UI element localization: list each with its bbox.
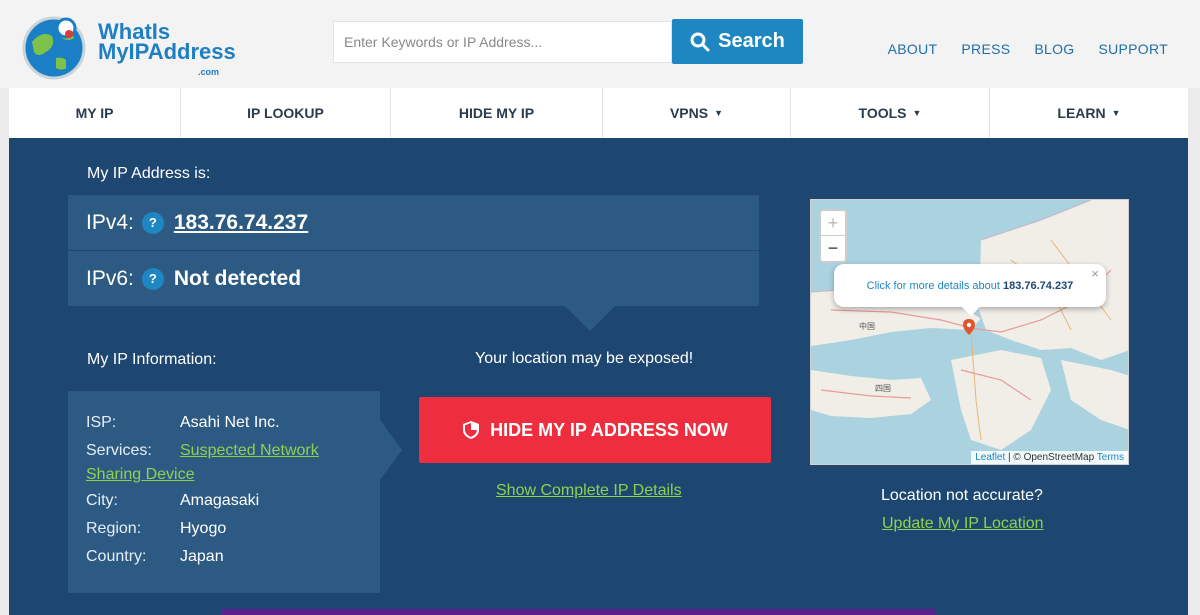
map-popup[interactable]: Click for more details about 183.76.74.2… (834, 264, 1106, 307)
update-location-link[interactable]: Update My IP Location (882, 515, 1044, 533)
top-links: ABOUT PRESS BLOG SUPPORT (888, 41, 1168, 57)
region-value: Hyogo (180, 520, 227, 537)
country-row: Country: Japan (86, 543, 362, 571)
nav-label: IP LOOKUP (247, 105, 324, 121)
show-details-link[interactable]: Show Complete IP Details (496, 482, 682, 500)
ipv6-row: IPv6: ? Not detected (68, 251, 759, 306)
chevron-down-icon: ▼ (912, 108, 922, 118)
help-icon[interactable]: ? (141, 267, 164, 290)
ipv6-value: Not detected (173, 266, 302, 290)
search-button[interactable]: Search (672, 19, 803, 64)
main-nav: MY IP IP LOOKUP HIDE MY IP VPNS ▼ TOOLS … (9, 88, 1188, 138)
map-attribution: Leaflet | © OpenStreetMap Terms (971, 451, 1128, 464)
isp-label: ISP: (86, 414, 117, 431)
city-row: City: Amagasaki (86, 487, 362, 515)
search-icon (690, 32, 710, 51)
help-icon[interactable]: ? (141, 211, 164, 234)
popup-tip (961, 306, 981, 316)
site-header: WhatIs MyIPAddress .com Enter Keywords o… (0, 0, 1200, 88)
ipv6-label: IPv6: (86, 266, 134, 290)
shield-icon (463, 421, 480, 439)
nav-vpns[interactable]: VPNS ▼ (603, 88, 791, 138)
city-value: Amagasaki (180, 492, 260, 509)
services-label: Services: (86, 442, 152, 459)
logo-suffix: .com (198, 67, 220, 77)
ipv4-label: IPv4: (86, 210, 134, 234)
isp-value: Asahi Net Inc. (180, 414, 280, 431)
chevron-down-icon: ▼ (714, 108, 724, 118)
country-label: Country: (86, 548, 147, 565)
nav-label: TOOLS (858, 105, 907, 121)
attribution-text: | © OpenStreetMap (1005, 452, 1097, 463)
location-map[interactable]: 中国 四国 + − Click for more details about 1… (810, 199, 1129, 465)
popup-ip: 183.76.74.237 (1002, 279, 1074, 292)
close-icon[interactable]: × (1091, 266, 1099, 281)
nav-ip-lookup[interactable]: IP LOOKUP (181, 88, 391, 138)
nav-my-ip[interactable]: MY IP (9, 88, 181, 138)
nav-label: MY IP (75, 105, 114, 121)
nav-hide-my-ip[interactable]: HIDE MY IP (391, 88, 603, 138)
nav-label: HIDE MY IP (458, 105, 535, 121)
nav-learn[interactable]: LEARN ▼ (990, 88, 1188, 138)
ip-info-box: ISP: Asahi Net Inc. Services: Suspected … (68, 391, 380, 593)
hide-ip-button[interactable]: HIDE MY IP ADDRESS NOW (419, 397, 771, 463)
logo-wordmark: WhatIs MyIPAddress .com (98, 21, 236, 78)
services-link-cont[interactable]: Sharing Device (86, 463, 195, 487)
link-support[interactable]: SUPPORT (1098, 41, 1168, 57)
region-label: Region: (86, 520, 142, 537)
ip-panel: My IP Address is: IPv4: ? 183.76.74.237 … (9, 138, 1188, 615)
location-question: Location not accurate? (881, 487, 1043, 504)
chevron-down-icon: ▼ (1111, 108, 1121, 118)
nav-tools[interactable]: TOOLS ▼ (791, 88, 990, 138)
map-label-chugoku: 中国 (859, 322, 875, 331)
exposed-warning: Your location may be exposed! (475, 350, 694, 367)
site-logo[interactable]: WhatIs MyIPAddress .com (22, 12, 236, 82)
popup-text: Click for more details about (866, 279, 1000, 292)
link-blog[interactable]: BLOG (1034, 41, 1074, 57)
info-heading: My IP Information: (87, 351, 217, 368)
zoom-in-button[interactable]: + (821, 211, 845, 236)
globe-icon (22, 16, 86, 80)
ad-banner-edge (222, 609, 936, 615)
link-about[interactable]: ABOUT (888, 41, 938, 57)
services-row-cont: Sharing Device (86, 463, 362, 487)
map-label-shikoku: 四国 (875, 384, 891, 393)
ipv4-value[interactable]: 183.76.74.237 (174, 211, 308, 235)
map-marker-icon[interactable] (963, 319, 975, 335)
region-row: Region: Hyogo (86, 515, 362, 543)
search-input[interactable]: Enter Keywords or IP Address... (333, 21, 672, 63)
leaflet-link[interactable]: Leaflet (975, 452, 1005, 463)
info-box-pointer (380, 420, 402, 480)
zoom-out-button[interactable]: − (821, 236, 845, 261)
services-link[interactable]: Suspected Network (180, 439, 319, 463)
nav-label: LEARN (1057, 105, 1106, 121)
zoom-control: + − (819, 209, 847, 263)
hide-ip-button-label: HIDE MY IP ADDRESS NOW (490, 419, 728, 440)
nav-label: VPNS (669, 105, 709, 121)
terms-link[interactable]: Terms (1097, 452, 1124, 463)
ip-box-pointer (564, 305, 616, 331)
services-row: Services: Suspected Network (86, 439, 362, 463)
logo-line-2: MyIPAddress (98, 39, 236, 64)
link-press[interactable]: PRESS (961, 41, 1010, 57)
search-button-label: Search (718, 30, 785, 52)
city-label: City: (86, 492, 118, 509)
ipv4-row: IPv4: ? 183.76.74.237 (68, 195, 759, 250)
ip-heading: My IP Address is: (87, 165, 211, 182)
country-value: Japan (180, 548, 224, 565)
isp-row: ISP: Asahi Net Inc. (86, 409, 362, 437)
